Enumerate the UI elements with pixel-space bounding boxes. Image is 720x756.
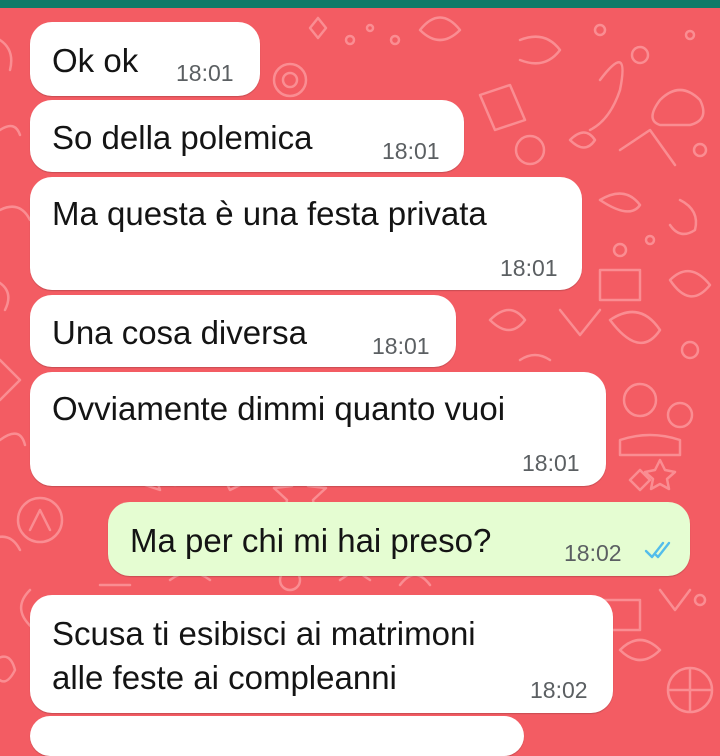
message-text: Ok ok (52, 42, 139, 79)
message-text: Ovviamente dimmi quanto vuoi (52, 390, 506, 427)
message-timestamp: 18:01 (522, 450, 580, 476)
message-text-line-1: Scusa ti esibisci ai matrimoni (52, 615, 476, 652)
message-text-line-2: alle feste ai compleanni (52, 659, 397, 696)
message-text: So della polemica (52, 119, 313, 156)
message-bubble-incoming[interactable]: So della polemica 18:01 (30, 100, 464, 172)
message-timestamp: 18:02 (564, 540, 622, 566)
message-timestamp: 18:01 (372, 333, 430, 359)
message-timestamp: 18:02 (530, 677, 588, 703)
message-bubble-incoming-partial[interactable] (30, 716, 524, 756)
message-bubble-incoming[interactable]: Ok ok 18:01 (30, 22, 260, 96)
message-bubble-incoming[interactable]: Una cosa diversa 18:01 (30, 295, 456, 367)
message-text: Ma per chi mi hai preso? (130, 522, 492, 559)
message-text: Ma questa è una festa privata (52, 195, 487, 232)
message-bubble-incoming[interactable]: Scusa ti esibisci ai matrimoni alle fest… (30, 595, 613, 713)
message-timestamp: 18:01 (176, 60, 234, 86)
double-check-icon (644, 541, 671, 559)
message-timestamp: 18:01 (382, 138, 440, 164)
message-timestamp: 18:01 (500, 255, 558, 281)
message-bubble-incoming[interactable]: Ovviamente dimmi quanto vuoi 18:01 (30, 372, 606, 486)
message-text: Una cosa diversa (52, 314, 307, 351)
message-bubble-incoming[interactable]: Ma questa è una festa privata 18:01 (30, 177, 582, 290)
message-bubble-outgoing[interactable]: Ma per chi mi hai preso? 18:02 (108, 502, 690, 576)
